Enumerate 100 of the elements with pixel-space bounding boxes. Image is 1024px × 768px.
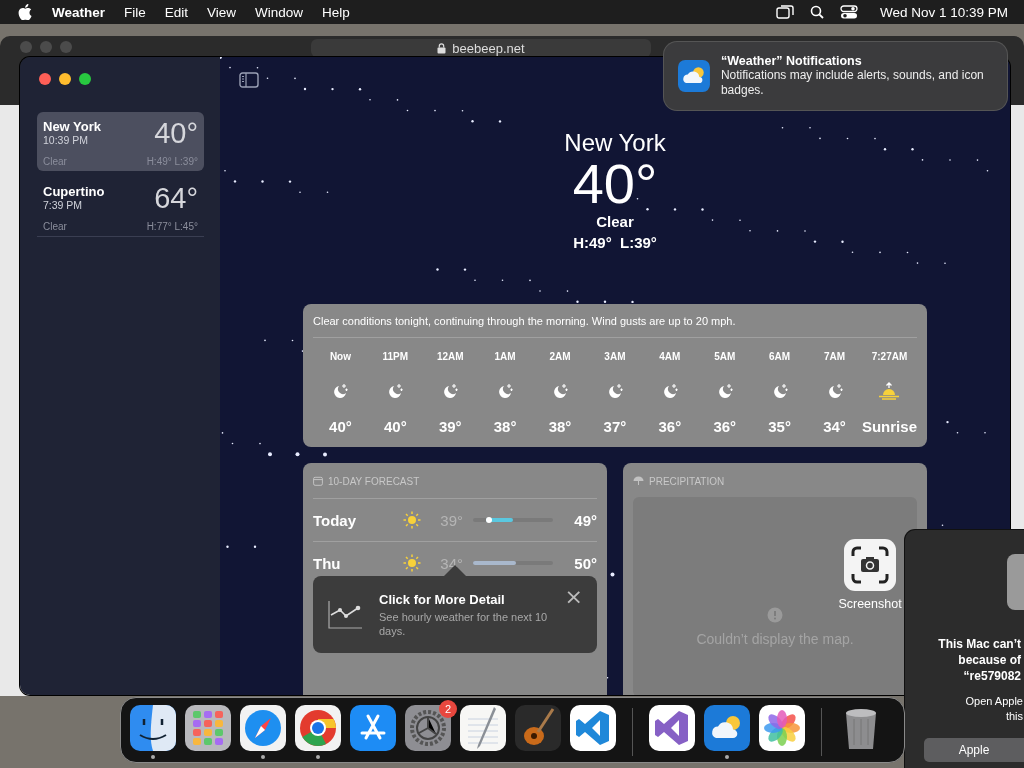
app-label[interactable]: Screenshot bbox=[838, 597, 902, 611]
alert-message: “re579082 bbox=[963, 668, 1021, 684]
umbrella-icon bbox=[633, 476, 644, 486]
day-label: Today bbox=[313, 511, 358, 529]
dialog-button[interactable]: Apple bbox=[924, 738, 1024, 762]
ribbon-icon[interactable] bbox=[570, 705, 616, 751]
hour-temperature: 39° bbox=[438, 418, 462, 435]
moon-stars-icon bbox=[331, 382, 350, 400]
hour-temperature: 38° bbox=[548, 418, 572, 435]
toggles-icon[interactable] bbox=[839, 5, 858, 19]
city-name: New York bbox=[43, 119, 102, 134]
temperature: 64° bbox=[154, 182, 198, 214]
moon-stars-icon bbox=[496, 382, 515, 400]
card-title: PRECIPITATION bbox=[649, 475, 725, 487]
tip-title: Click for More Detail bbox=[379, 591, 506, 607]
hour-label: 7AM bbox=[823, 351, 846, 362]
hour-label: 3AM bbox=[604, 351, 626, 362]
local-time: 10:39 PM bbox=[43, 134, 89, 146]
hour-temperature: 40° bbox=[384, 418, 407, 435]
high-low: H:49° L:39° bbox=[146, 156, 198, 167]
sun-icon bbox=[403, 554, 421, 572]
condition: Clear bbox=[43, 156, 67, 167]
moon-stars-icon bbox=[441, 382, 460, 400]
zoom-button[interactable] bbox=[79, 73, 91, 85]
hour-label: 4AM bbox=[659, 351, 681, 362]
line-chart-icon bbox=[328, 600, 362, 629]
moon-stars-icon bbox=[551, 382, 569, 400]
ribbon-icon[interactable] bbox=[649, 705, 695, 751]
tricolor-ring-icon[interactable] bbox=[295, 705, 341, 751]
hour-temperature: 36° bbox=[658, 418, 682, 435]
notification-text: Notifications may include alerts, sounds, and icon badges. bbox=[720, 68, 985, 98]
cloud-sun-icon bbox=[678, 58, 710, 94]
app-grid-icon[interactable] bbox=[185, 705, 231, 751]
menu-item[interactable]: Weather bbox=[52, 4, 106, 20]
high-temperature: 50° bbox=[573, 554, 597, 572]
day-label: Thu bbox=[313, 554, 342, 572]
hour-temperature: Sunrise bbox=[861, 418, 917, 435]
high-low: H:77° L:45° bbox=[146, 221, 198, 232]
alert-note: this bbox=[1005, 709, 1023, 724]
forecast-summary: Clear conditions tonight, continuing through the morning. Wind gusts are up to 20 mph. bbox=[313, 315, 917, 338]
lock-icon bbox=[437, 42, 447, 54]
tip-text: See hourly weather for the next 10 days. bbox=[379, 609, 548, 638]
location-item[interactable]: New York 10:39 PM 40° Clear H:49° L:39° bbox=[37, 112, 204, 171]
gear-icon[interactable] bbox=[405, 705, 451, 751]
windows-icon[interactable] bbox=[775, 5, 794, 19]
condition: Clear bbox=[43, 221, 67, 232]
apple-logo-icon[interactable] bbox=[18, 4, 32, 20]
hour-temperature: 35° bbox=[768, 418, 791, 435]
guitar-icon[interactable] bbox=[515, 705, 561, 751]
menu-item[interactable]: File bbox=[124, 4, 146, 20]
notification-title: “Weather” Notifications bbox=[720, 54, 863, 68]
menu-item[interactable]: Window bbox=[255, 4, 304, 20]
search-icon[interactable] bbox=[809, 5, 824, 19]
menu-item[interactable]: Help bbox=[322, 4, 350, 20]
menu-bar-clock[interactable]: Wed Nov 1 10:39 PM bbox=[879, 4, 1008, 20]
close-button[interactable]: × bbox=[564, 586, 583, 608]
hour-label: Now bbox=[329, 351, 351, 362]
notification-banner[interactable]: “Weather” Notifications Notifications may include alerts, sounds, and icon badges. bbox=[664, 42, 1007, 110]
letter-a-icon[interactable] bbox=[350, 705, 396, 751]
sun-icon bbox=[403, 511, 421, 529]
address-bar[interactable]: beebeep.net bbox=[311, 39, 651, 57]
hour-label: 2AM bbox=[549, 351, 571, 362]
high-low: H:49° L:39° bbox=[573, 234, 657, 251]
city-name: Cupertino bbox=[43, 184, 105, 199]
address-text: beebeep.net bbox=[452, 40, 525, 56]
minimize-button[interactable] bbox=[59, 73, 71, 85]
location-item[interactable]: Cupertino 7:39 PM 64° Clear H:77° L:45° bbox=[37, 177, 204, 237]
close-button[interactable] bbox=[39, 73, 51, 85]
alert-message: because of bbox=[958, 652, 1021, 668]
hour-label: 12AM bbox=[436, 351, 464, 362]
current-condition: Clear bbox=[596, 213, 634, 230]
hour-label: 5AM bbox=[714, 351, 736, 362]
camera-frame-icon[interactable] bbox=[844, 539, 896, 591]
current-temperature: 40° bbox=[572, 157, 658, 211]
hour-label: 7:27AM bbox=[871, 351, 908, 362]
compass-icon[interactable] bbox=[240, 705, 286, 751]
hour-label: 1AM bbox=[494, 351, 516, 362]
city-title: New York bbox=[564, 129, 666, 157]
menu-item[interactable]: Edit bbox=[164, 4, 189, 20]
moon-stars-icon bbox=[386, 382, 405, 400]
hour-temperature: 40° bbox=[329, 418, 352, 435]
cloud-sun-icon[interactable] bbox=[704, 705, 750, 751]
hour-temperature: 34° bbox=[823, 418, 846, 435]
smiling-face-icon[interactable] bbox=[130, 705, 176, 751]
local-time: 7:39 PM bbox=[43, 199, 84, 211]
high-temperature: 49° bbox=[573, 511, 597, 529]
hour-temperature: 36° bbox=[713, 418, 737, 435]
notepad-pencil-icon[interactable] bbox=[460, 705, 506, 751]
sidebar-toggle-icon[interactable] bbox=[239, 72, 259, 88]
menu-item[interactable]: View bbox=[207, 4, 237, 20]
sunrise-icon bbox=[878, 382, 901, 400]
hour-label: 11PM bbox=[382, 351, 409, 362]
app-icon bbox=[1007, 554, 1024, 610]
alert-note: Open Apple bbox=[965, 694, 1023, 709]
hour-label: 6AM bbox=[769, 351, 791, 362]
info-icon bbox=[767, 607, 783, 623]
flower-icon[interactable] bbox=[759, 705, 805, 751]
temperature: 40° bbox=[154, 117, 198, 149]
hour-temperature: 38° bbox=[493, 418, 517, 435]
alert-message: This Mac can’t bbox=[938, 636, 1021, 652]
